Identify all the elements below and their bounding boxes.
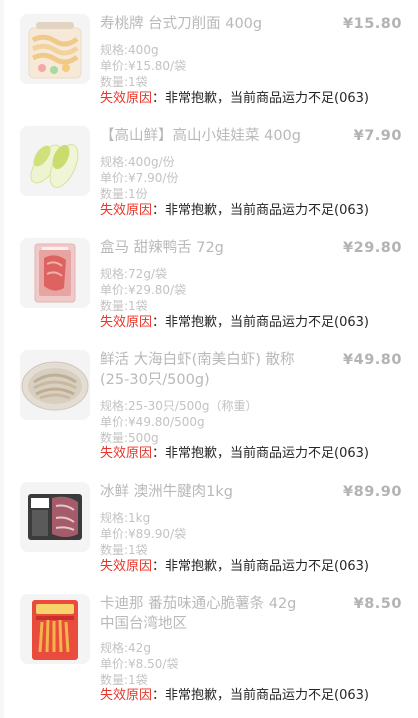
invalid-reason-text: ：非常抱歉，当前商品运力不足(063) [152, 559, 369, 574]
product-spec: 规格:42g [100, 641, 151, 655]
product-name-line-1: 鲜活 大海白虾(南美白虾) 散称 [100, 352, 295, 368]
product-spec: 规格:72g/袋 [100, 267, 167, 281]
product-unit-price: 单价:¥89.90/袋 [100, 527, 187, 541]
product-quantity: 数量:1袋 [100, 673, 148, 687]
product-price: ¥89.90 [343, 484, 402, 500]
invalid-reason-label: 失效原因 [100, 446, 153, 461]
invalid-item-duck-tongue[interactable]: 盒马 甜辣鸭舌 72g ¥29.80 规格:72g/袋 单价:¥29.80/袋 … [20, 238, 410, 338]
invalid-reason-text: ：非常抱歉，当前商品运力不足(063) [152, 688, 369, 703]
product-price: ¥29.80 [343, 240, 402, 256]
product-spec: 规格:400g [100, 43, 159, 57]
product-name-line-2: 中国台湾地区 [100, 616, 187, 632]
cabbage-image [20, 126, 90, 196]
product-name[interactable]: 鲜活 大海白虾(南美白虾) 散称 (25-30只/500g) [100, 350, 360, 390]
product-spec: 规格:400g/份 [100, 155, 175, 169]
product-name[interactable]: 盒马 甜辣鸭舌 72g [100, 238, 330, 258]
product-thumbnail[interactable] [20, 238, 90, 308]
product-spec: 规格:25-30只/500g（称重） [100, 399, 258, 413]
product-name-line-1: 卡迪那 番茄味通心脆薯条 42g [100, 596, 297, 612]
product-price: ¥49.80 [343, 352, 402, 368]
invalid-reason-text: ：非常抱歉，当前商品运力不足(063) [152, 91, 369, 106]
invalid-reason-label: 失效原因 [100, 559, 153, 574]
fries-pack-image [20, 594, 90, 664]
product-quantity: 数量:1袋 [100, 75, 148, 89]
product-name-line-2: (25-30只/500g) [100, 372, 210, 388]
product-quantity: 数量:1份 [100, 187, 148, 201]
invalid-reason-text: ：非常抱歉，当前商品运力不足(063) [152, 446, 369, 461]
invalid-reason-label: 失效原因 [100, 315, 153, 330]
invalid-item-baby-cabbage[interactable]: 【高山鲜】高山小娃娃菜 400g ¥7.90 规格:400g/份 单价:¥7.9… [20, 126, 410, 226]
product-unit-price: 单价:¥8.50/袋 [100, 657, 179, 671]
invalid-reason: 失效原因：非常抱歉，当前商品运力不足(063) [100, 91, 369, 107]
invalid-reason-text: ：非常抱歉，当前商品运力不足(063) [152, 315, 369, 330]
product-name[interactable]: 【高山鲜】高山小娃娃菜 400g [100, 126, 330, 146]
shrimp-plate-image [20, 350, 90, 420]
duck-tongue-pack-image [20, 238, 90, 308]
product-unit-price: 单价:¥49.80/500g [100, 415, 205, 429]
invalid-reason-label: 失效原因 [100, 203, 153, 218]
product-thumbnail[interactable] [20, 350, 90, 420]
product-name[interactable]: 卡迪那 番茄味通心脆薯条 42g 中国台湾地区 [100, 594, 330, 634]
left-edge-divider [0, 0, 4, 718]
noodle-pack-image [20, 14, 90, 84]
invalid-reason-label: 失效原因 [100, 688, 153, 703]
invalid-item-noodles[interactable]: 寿桃牌 台式刀削面 400g ¥15.80 规格:400g 单价:¥15.80/… [20, 14, 410, 114]
invalid-reason-label: 失效原因 [100, 91, 153, 106]
product-price: ¥7.90 [353, 128, 402, 144]
product-thumbnail[interactable] [20, 482, 90, 552]
invalid-reason: 失效原因：非常抱歉，当前商品运力不足(063) [100, 446, 369, 462]
product-unit-price: 单价:¥7.90/份 [100, 171, 179, 185]
invalid-item-tomato-fries[interactable]: 卡迪那 番茄味通心脆薯条 42g 中国台湾地区 ¥8.50 规格:42g 单价:… [20, 594, 410, 710]
product-spec: 规格:1kg [100, 511, 151, 525]
invalid-item-beef-shank[interactable]: 冰鲜 澳洲牛腱肉1kg ¥89.90 规格:1kg 单价:¥89.90/袋 数量… [20, 482, 410, 582]
beef-pack-image [20, 482, 90, 552]
product-thumbnail[interactable] [20, 126, 90, 196]
product-unit-price: 单价:¥15.80/袋 [100, 59, 187, 73]
product-name[interactable]: 寿桃牌 台式刀削面 400g [100, 14, 330, 34]
invalid-items-screen: 寿桃牌 台式刀削面 400g ¥15.80 规格:400g 单价:¥15.80/… [0, 0, 418, 718]
invalid-reason: 失效原因：非常抱歉，当前商品运力不足(063) [100, 203, 369, 219]
product-price: ¥15.80 [343, 16, 402, 32]
invalid-reason-text: ：非常抱歉，当前商品运力不足(063) [152, 203, 369, 218]
product-thumbnail[interactable] [20, 14, 90, 84]
product-thumbnail[interactable] [20, 594, 90, 664]
product-name[interactable]: 冰鲜 澳洲牛腱肉1kg [100, 482, 330, 502]
invalid-item-shrimp[interactable]: 鲜活 大海白虾(南美白虾) 散称 (25-30只/500g) ¥49.80 规格… [20, 350, 410, 470]
product-quantity: 数量:1袋 [100, 543, 148, 557]
invalid-reason: 失效原因：非常抱歉，当前商品运力不足(063) [100, 315, 369, 331]
product-price: ¥8.50 [353, 596, 402, 612]
invalid-reason: 失效原因：非常抱歉，当前商品运力不足(063) [100, 559, 369, 575]
product-unit-price: 单价:¥29.80/袋 [100, 283, 187, 297]
product-quantity: 数量:1袋 [100, 299, 148, 313]
invalid-reason: 失效原因：非常抱歉，当前商品运力不足(063) [100, 688, 369, 704]
product-quantity: 数量:500g [100, 431, 159, 445]
